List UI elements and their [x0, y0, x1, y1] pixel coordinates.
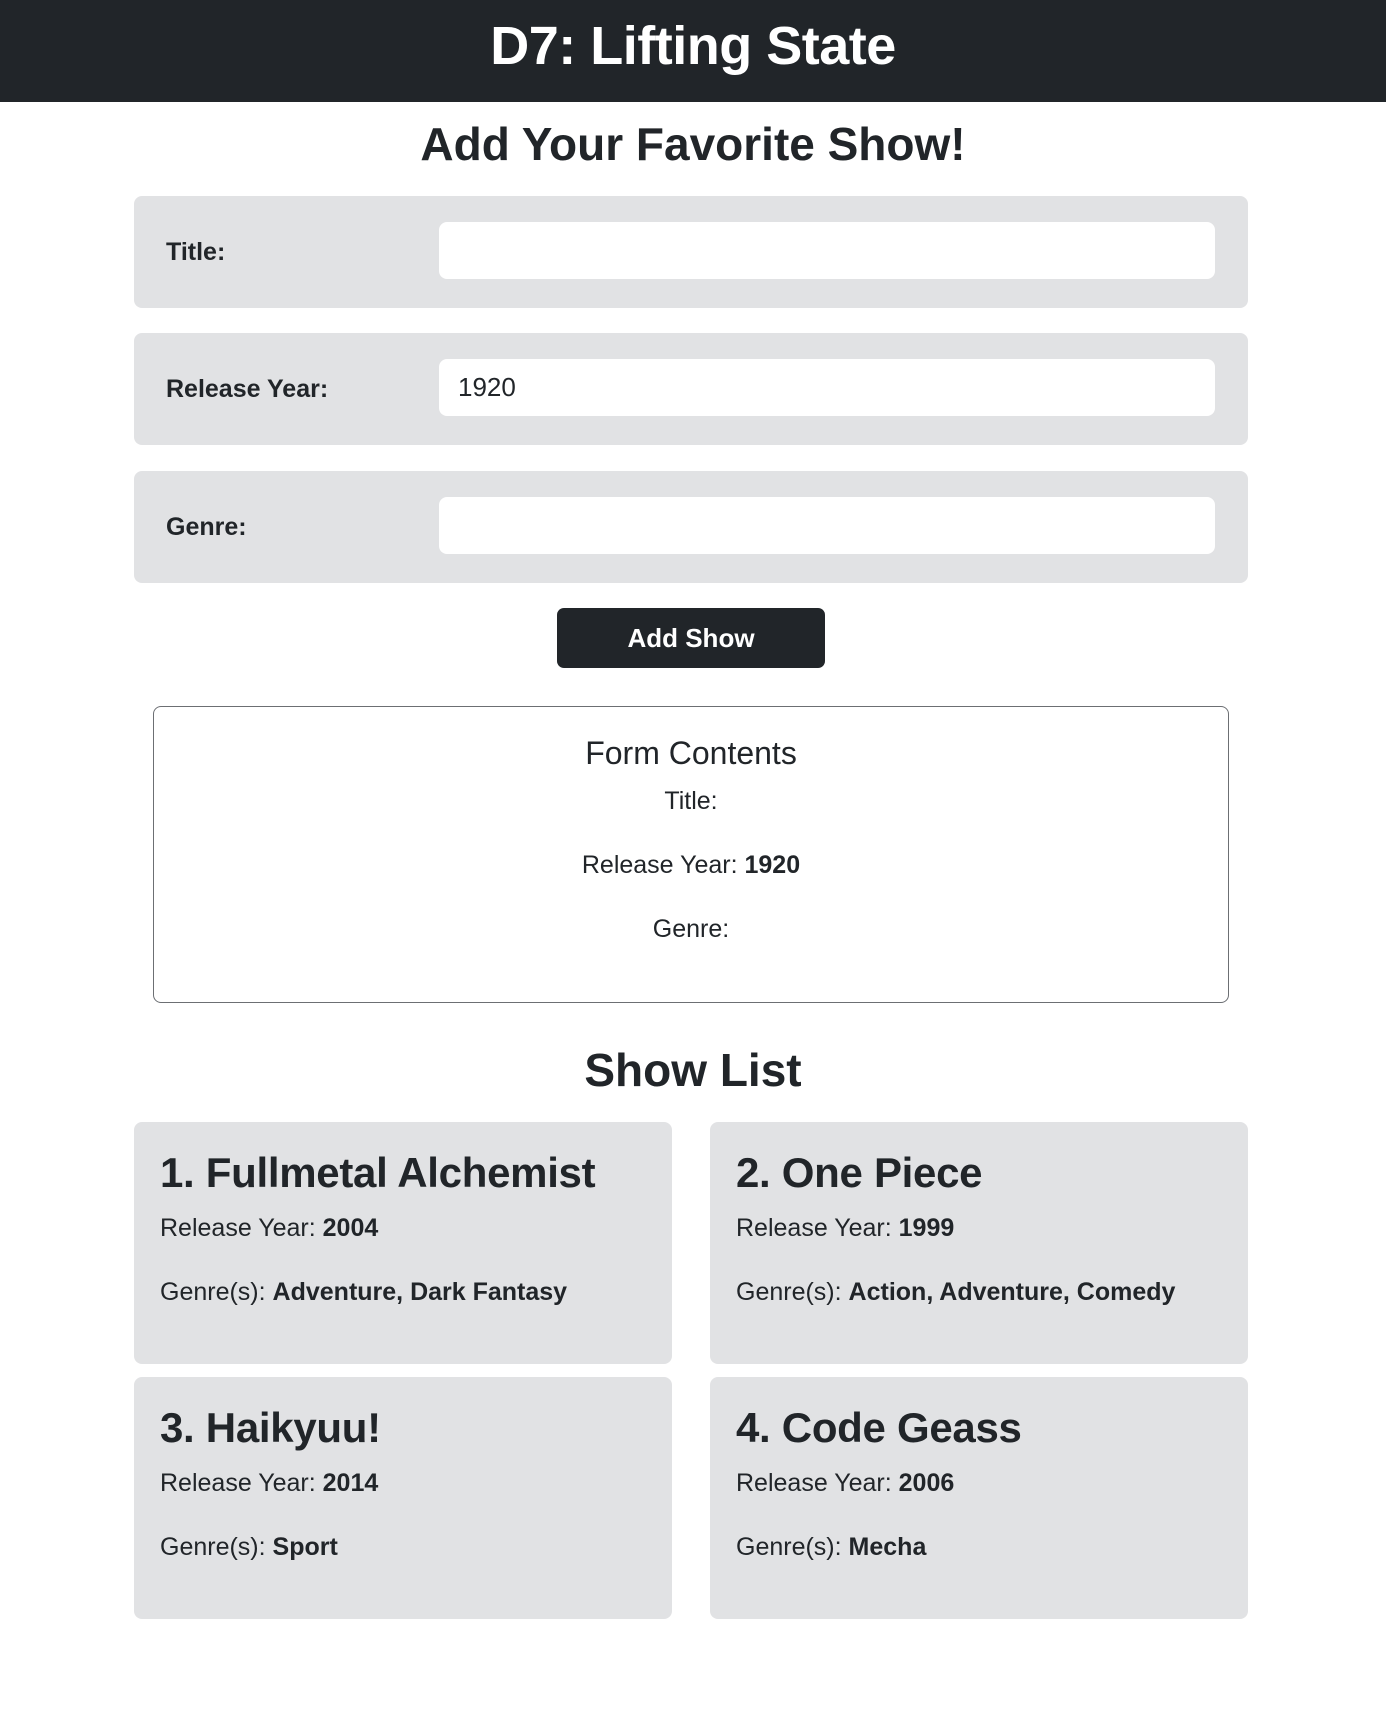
- show-genre-value: Mecha: [848, 1533, 927, 1561]
- show-genre-label: Genre(s):: [160, 1278, 266, 1306]
- show-genre: Genre(s): Adventure, Dark Fantasy: [160, 1276, 646, 1308]
- form-contents-year-label: Release Year:: [581, 851, 738, 879]
- genre-input[interactable]: [439, 497, 1215, 554]
- app-title: D7: Lifting State: [490, 16, 896, 76]
- app-header: D7: Lifting State: [0, 0, 1386, 102]
- show-year-value: 2014: [322, 1469, 379, 1497]
- form-contents-genre-label: Genre:: [652, 915, 730, 943]
- show-title: 4. Code Geass: [736, 1404, 1022, 1451]
- form-contents-year-value: 1920: [744, 851, 801, 879]
- show-genre: Genre(s): Mecha: [736, 1531, 1222, 1563]
- show-card: 2. One Piece Release Year: 1999 Genre(s)…: [710, 1122, 1248, 1364]
- show-year-label: Release Year:: [736, 1469, 892, 1497]
- show-year: Release Year: 2014: [160, 1467, 646, 1499]
- form-contents-heading: Form Contents: [585, 735, 797, 771]
- genre-label: Genre:: [166, 513, 247, 541]
- release-year-input[interactable]: [439, 359, 1215, 416]
- show-year-value: 1999: [898, 1214, 955, 1242]
- form-contents-genre: Genre:: [154, 913, 1228, 945]
- release-year-label: Release Year:: [166, 375, 329, 403]
- show-year-value: 2006: [898, 1469, 955, 1497]
- show-genre-value: Adventure, Dark Fantasy: [272, 1278, 568, 1306]
- show-year: Release Year: 2006: [736, 1467, 1222, 1499]
- show-card: 3. Haikyuu! Release Year: 2014 Genre(s):…: [134, 1377, 672, 1619]
- show-year-value: 2004: [322, 1214, 379, 1242]
- release-year-field-row: Release Year:: [134, 333, 1248, 445]
- form-contents-title: Title:: [154, 785, 1228, 817]
- show-year-label: Release Year:: [160, 1469, 316, 1497]
- title-label: Title:: [166, 238, 226, 266]
- form-contents-title-label: Title:: [664, 787, 718, 815]
- show-genre-label: Genre(s):: [736, 1278, 842, 1306]
- show-genre: Genre(s): Action, Adventure, Comedy: [736, 1276, 1222, 1308]
- show-genre-label: Genre(s):: [736, 1533, 842, 1561]
- show-year: Release Year: 1999: [736, 1212, 1222, 1244]
- show-title: 1. Fullmetal Alchemist: [160, 1149, 596, 1196]
- title-field-row: Title:: [134, 196, 1248, 308]
- show-genre-label: Genre(s):: [160, 1533, 266, 1561]
- show-genre-value: Sport: [272, 1533, 338, 1561]
- add-show-button[interactable]: Add Show: [557, 608, 825, 668]
- show-title: 3. Haikyuu!: [160, 1404, 381, 1451]
- genre-field-row: Genre:: [134, 471, 1248, 583]
- show-list-heading: Show List: [584, 1044, 802, 1096]
- show-year-label: Release Year:: [736, 1214, 892, 1242]
- title-input[interactable]: [439, 222, 1215, 279]
- form-heading: Add Your Favorite Show!: [420, 118, 966, 170]
- show-year: Release Year: 2004: [160, 1212, 646, 1244]
- show-card: 4. Code Geass Release Year: 2006 Genre(s…: [710, 1377, 1248, 1619]
- form-contents-panel: Form Contents Title: Release Year: 1920 …: [153, 706, 1229, 1003]
- show-card: 1. Fullmetal Alchemist Release Year: 200…: [134, 1122, 672, 1364]
- show-genre-value: Action, Adventure, Comedy: [848, 1278, 1176, 1306]
- show-title: 2. One Piece: [736, 1149, 983, 1196]
- form-contents-year: Release Year: 1920: [154, 849, 1228, 881]
- show-genre: Genre(s): Sport: [160, 1531, 646, 1563]
- show-year-label: Release Year:: [160, 1214, 316, 1242]
